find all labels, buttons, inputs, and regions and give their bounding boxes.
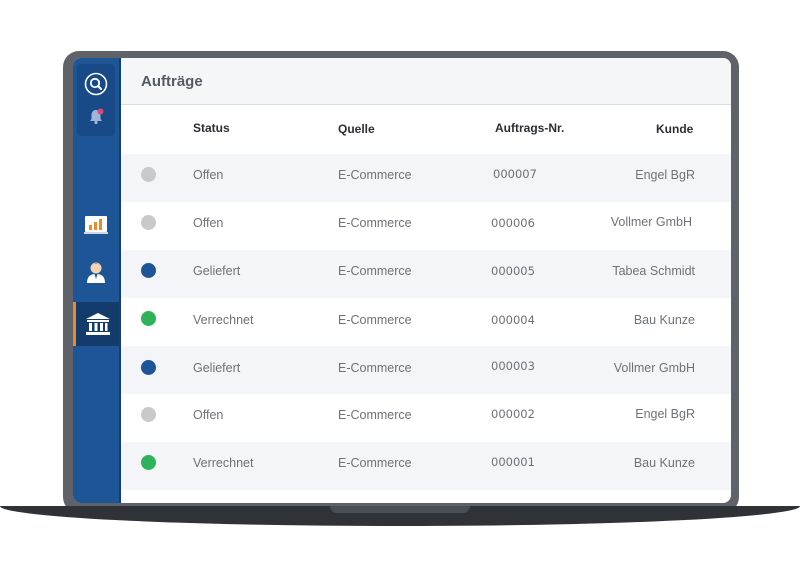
- status-dot: [141, 360, 156, 375]
- order-number-cell: 000002: [491, 407, 535, 421]
- bar-chart-icon: [84, 216, 108, 234]
- table-row[interactable]: Geliefert E-Commerce 000005 Tabea Schmid…: [121, 250, 731, 298]
- status-cell: Offen: [193, 168, 224, 182]
- table-row[interactable]: Offen E-Commerce 000007 Engel BgR: [121, 154, 731, 202]
- source-cell: E-Commerce: [338, 456, 412, 470]
- source-cell: E-Commerce: [338, 313, 412, 327]
- search-icon: [84, 72, 108, 96]
- order-number-cell: 000004: [491, 313, 535, 327]
- sidebar-item-customers[interactable]: [73, 255, 119, 289]
- table-header-row: Status Quelle Auftrags-Nr. Kunde: [121, 105, 731, 153]
- column-header-source[interactable]: Quelle: [338, 122, 375, 136]
- status-dot: [141, 455, 156, 470]
- sidebar-item-reports[interactable]: [73, 208, 119, 242]
- customer-cell: Vollmer GmbH: [613, 361, 695, 375]
- bell-icon: [90, 108, 104, 125]
- order-number-cell: 000005: [491, 264, 535, 278]
- status-cell: Offen: [193, 216, 224, 230]
- status-cell: Verrechnet: [193, 313, 254, 327]
- page-title: Aufträge: [141, 72, 203, 90]
- source-cell: E-Commerce: [338, 264, 412, 278]
- status-dot: [141, 167, 156, 182]
- status-dot: [141, 407, 156, 422]
- column-header-status[interactable]: Status: [193, 121, 230, 135]
- source-cell: E-Commerce: [338, 216, 412, 230]
- status-dot: [141, 263, 156, 278]
- table-row[interactable]: Verrechnet E-Commerce 000004 Bau Kunze: [121, 298, 731, 346]
- customer-cell: Vollmer GmbH: [610, 215, 692, 229]
- status-cell: Geliefert: [193, 361, 241, 375]
- source-cell: E-Commerce: [338, 361, 412, 375]
- bank-icon: [85, 313, 110, 335]
- customer-cell: Engel BgR: [635, 168, 695, 182]
- table-row[interactable]: Verrechnet E-Commerce 000001 Bau Kunze: [121, 442, 731, 490]
- customer-cell: Bau Kunze: [633, 313, 695, 327]
- customer-cell: Bau Kunze: [633, 456, 695, 470]
- column-header-order-number[interactable]: Auftrags-Nr.: [495, 121, 564, 135]
- source-cell: E-Commerce: [338, 168, 412, 182]
- column-header-customer[interactable]: Kunde: [656, 122, 693, 136]
- person-icon: [87, 262, 105, 283]
- table-row[interactable]: Offen E-Commerce 000002 Engel BgR: [121, 394, 731, 442]
- laptop-base-notch: [330, 506, 470, 513]
- status-cell: Geliefert: [193, 264, 241, 278]
- table-row[interactable]: Geliefert E-Commerce 000003 Vollmer GmbH: [121, 346, 731, 394]
- order-number-cell: 000001: [491, 455, 535, 469]
- order-number-cell: 000003: [491, 359, 535, 373]
- status-cell: Offen: [193, 408, 224, 422]
- status-cell: Verrechnet: [193, 456, 254, 470]
- order-number-cell: 000006: [491, 216, 535, 230]
- source-cell: E-Commerce: [338, 408, 412, 422]
- sidebar: [73, 58, 121, 503]
- app-screen: Aufträge Status Quelle Auftrags-Nr. Kund…: [73, 58, 731, 503]
- customer-cell: Tabea Schmidt: [612, 264, 695, 278]
- sidebar-item-search[interactable]: [73, 67, 119, 101]
- table-row[interactable]: Offen E-Commerce 000006 Vollmer GmbH: [121, 202, 731, 250]
- status-dot: [141, 215, 156, 230]
- status-dot: [141, 311, 156, 326]
- order-number-cell: 000007: [493, 167, 537, 181]
- sidebar-item-bank[interactable]: [73, 302, 119, 346]
- page-header: Aufträge: [121, 58, 731, 105]
- sidebar-item-notifications[interactable]: [73, 100, 119, 134]
- customer-cell: Engel BgR: [635, 407, 695, 421]
